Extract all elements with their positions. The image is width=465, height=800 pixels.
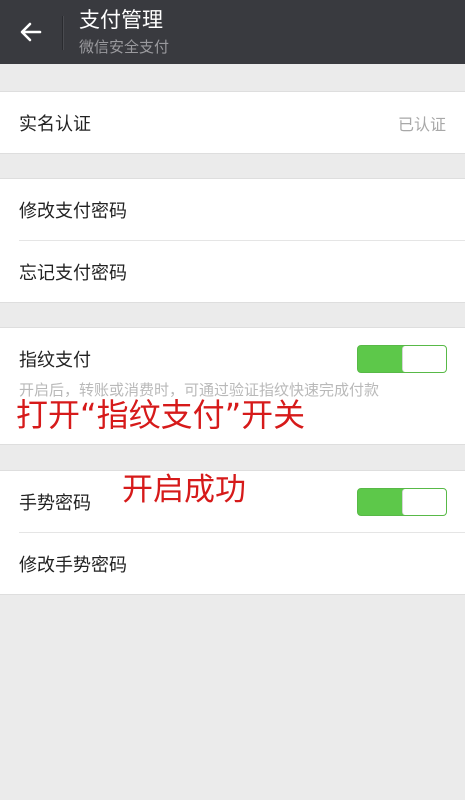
realname-label: 实名认证 [19,113,91,135]
gesture-label: 手势密码 [19,492,91,514]
annotation-step-text: 打开“指纹支付”开关 [16,396,306,434]
fingerprint-toggle-knob [402,345,446,372]
header-divider [62,16,64,50]
gesture-toggle-knob [402,488,446,515]
realname-status: 已认证 [397,114,446,134]
realname-row[interactable]: 实名认证 已认证 [19,92,465,153]
fingerprint-toggle[interactable] [357,344,447,373]
realname-group: 实名认证 已认证 [0,91,465,154]
arrow-left-icon [20,22,42,42]
top-bar: 支付管理 微信安全支付 [0,0,465,64]
page-subtitle: 微信安全支付 [79,38,170,56]
gesture-toggle[interactable] [357,487,447,516]
forgot-password-label: 忘记支付密码 [19,262,127,284]
forgot-password-row[interactable]: 忘记支付密码 [19,240,465,302]
password-group: 修改支付密码 忘记支付密码 [0,178,465,303]
modify-gesture-row[interactable]: 修改手势密码 [19,532,465,594]
modify-password-label: 修改支付密码 [19,200,127,222]
back-button[interactable] [0,0,62,64]
annotation-result-text: 开启成功 [122,472,246,508]
modify-gesture-label: 修改手势密码 [19,554,127,576]
page-title: 支付管理 [79,8,163,32]
fingerprint-label: 指纹支付 [19,349,91,371]
modify-password-row[interactable]: 修改支付密码 [19,179,465,240]
